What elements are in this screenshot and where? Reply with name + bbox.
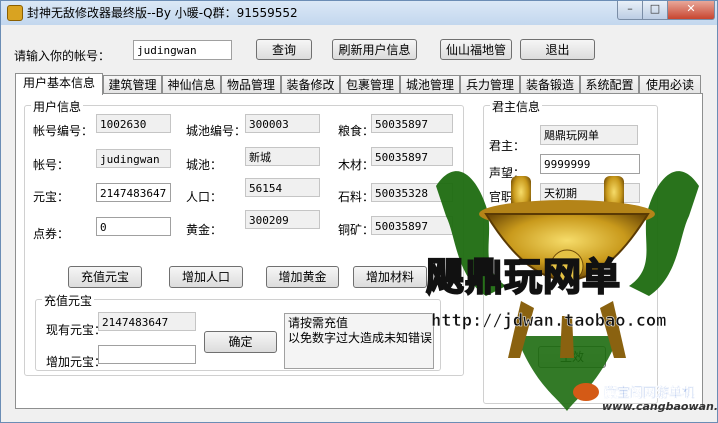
tab-forge[interactable]: 装备锻造 <box>520 75 580 94</box>
copper-field[interactable]: 50035897 <box>371 216 453 235</box>
app-window: 封神无敌修改器最终版--By 小暖-Q群：91559552 – □ ✕ 请输入你… <box>0 0 718 423</box>
account-field[interactable]: judingwan <box>96 149 171 168</box>
city-no-field[interactable]: 300003 <box>245 114 320 133</box>
tab-settings[interactable]: 系统配置 <box>580 75 639 94</box>
yuanbao-label: 元宝： <box>33 190 70 204</box>
query-button[interactable]: 查询 <box>256 39 312 60</box>
recharge-yuanbao-button[interactable]: 充值元宝 <box>68 266 142 288</box>
window-title: 封神无敌修改器最终版--By 小暖-Q群：91559552 <box>27 6 298 20</box>
tab-strip: 用户基本信息 建筑管理 神仙信息 物品管理 装备修改 包裹管理 城池管理 兵力管… <box>15 73 705 95</box>
add-yuanbao-input[interactable] <box>98 345 196 364</box>
population-field[interactable]: 56154 <box>245 178 320 197</box>
lord-label: 君主： <box>489 139 526 153</box>
tab-bag[interactable]: 包裹管理 <box>340 75 400 94</box>
wood-label: 木材： <box>338 158 375 172</box>
tab-items[interactable]: 物品管理 <box>221 75 281 94</box>
prestige-label: 声望： <box>489 166 526 180</box>
recharge-note: 请按需充值 以免数字过大造成未知错误 <box>284 313 434 369</box>
exit-button[interactable]: 退出 <box>520 39 595 60</box>
gold-label: 黄金： <box>186 223 223 237</box>
copper-label: 铜矿： <box>338 223 375 237</box>
tab-readme[interactable]: 使用必读 <box>639 75 701 94</box>
wood-field[interactable]: 50035897 <box>371 147 453 166</box>
user-info-group-title: 用户信息 <box>31 98 84 115</box>
stone-label: 石料： <box>338 190 375 204</box>
gold-field[interactable]: 300209 <box>245 210 320 229</box>
dianquan-field[interactable]: 0 <box>96 217 171 236</box>
city-field[interactable]: 新城 <box>245 147 320 166</box>
current-yuanbao-field[interactable]: 2147483647 <box>98 312 196 331</box>
current-yuanbao-label: 现有元宝： <box>46 323 107 337</box>
city-label: 城池： <box>186 158 223 172</box>
tab-immortals[interactable]: 神仙信息 <box>162 75 221 94</box>
rank-label: 官职： <box>489 190 526 204</box>
rank-field[interactable]: 天初期 <box>540 183 640 203</box>
lord-field[interactable]: 飓鼎玩网单 <box>540 125 638 145</box>
maximize-button[interactable]: □ <box>642 1 668 20</box>
dianquan-label: 点券： <box>33 227 70 241</box>
add-gold-button[interactable]: 增加黄金 <box>266 266 339 288</box>
tab-city[interactable]: 城池管理 <box>400 75 460 94</box>
food-field[interactable]: 50035897 <box>371 114 453 133</box>
tab-buildings[interactable]: 建筑管理 <box>103 75 162 94</box>
account-input-label: 请输入你的帐号： <box>14 49 111 63</box>
confirm-button[interactable]: 确定 <box>204 331 277 353</box>
city-no-label: 城池编号： <box>186 124 247 138</box>
food-label: 粮食： <box>338 124 375 138</box>
population-label: 人口： <box>186 190 223 204</box>
minimize-button[interactable]: – <box>617 1 643 20</box>
apply-button[interactable]: 生效 <box>538 346 606 368</box>
recharge-group-title: 充值元宝 <box>42 292 95 309</box>
close-button[interactable]: ✕ <box>667 1 715 20</box>
add-yuanbao-label: 增加元宝： <box>46 355 107 369</box>
add-material-button[interactable]: 增加材料 <box>353 266 427 288</box>
refresh-user-button[interactable]: 刷新用户信息 <box>332 39 417 60</box>
tab-troops[interactable]: 兵力管理 <box>460 75 520 94</box>
account-input[interactable]: judingwan <box>133 40 232 60</box>
yuanbao-field[interactable]: 2147483647 <box>96 183 171 202</box>
tab-user-info[interactable]: 用户基本信息 <box>15 73 103 95</box>
add-population-button[interactable]: 增加人口 <box>169 266 243 288</box>
account-label: 帐号： <box>33 158 70 172</box>
account-no-field[interactable]: 1002630 <box>96 114 171 133</box>
prestige-field[interactable]: 9999999 <box>540 154 640 174</box>
app-icon <box>7 5 23 21</box>
account-no-label: 帐号编号： <box>33 124 94 138</box>
monarch-group-title: 君主信息 <box>490 98 543 115</box>
stone-field[interactable]: 50035328 <box>371 183 453 202</box>
title-bar[interactable]: 封神无敌修改器最终版--By 小暖-Q群：91559552 – □ ✕ <box>1 1 717 25</box>
tab-equip-edit[interactable]: 装备修改 <box>281 75 340 94</box>
xianshan-button[interactable]: 仙山福地管 <box>440 39 512 60</box>
